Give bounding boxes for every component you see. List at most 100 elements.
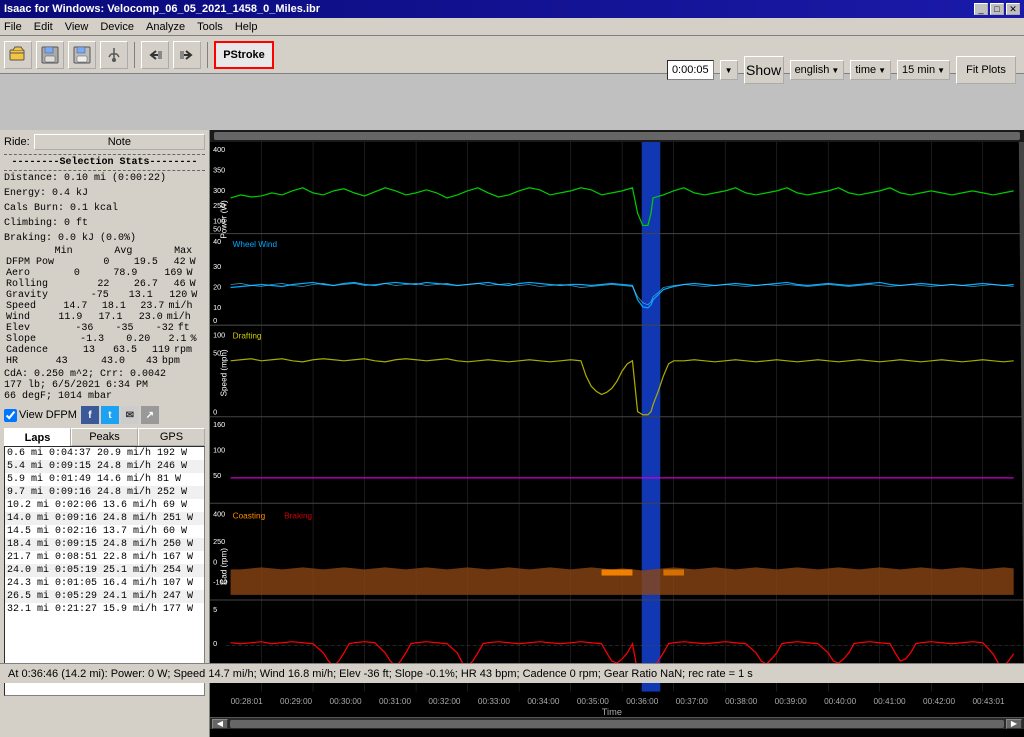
fit-plots-btn[interactable]: Fit Plots [956,56,1016,84]
stats-table: Min Avg Max [4,246,205,257]
svg-text:00:32:00: 00:32:00 [428,697,461,706]
svg-text:0: 0 [213,640,217,648]
stats-rows: DFPM Pow019.542WAero078.9169WRolling2226… [4,257,205,367]
svg-text:Drafting: Drafting [233,331,262,340]
svg-text:00:37:00: 00:37:00 [676,697,709,706]
menu-edit[interactable]: Edit [34,21,53,33]
fit-plots-label: Fit Plots [966,64,1006,76]
menu-help[interactable]: Help [235,21,258,33]
time-controls: 0:00:05 Show english time 15 min Fit Plo… [667,56,1016,84]
svg-text:Braking: Braking [284,512,312,521]
twitter-icon[interactable]: t [101,406,119,424]
svg-text:160: 160 [213,421,225,429]
svg-text:Time: Time [602,707,622,717]
time-mode-dropdown[interactable]: time [850,60,891,80]
view-dfpm-row: View DFPM f t ✉ ↗ [4,406,205,424]
svg-text:50: 50 [213,472,221,480]
view-dfpm-checkbox[interactable]: View DFPM [4,409,77,422]
table-row: Elev-36-35-32ft [4,323,205,334]
toolbar-sep-1 [134,42,135,68]
stats-section: --------Selection Stats-------- Distance… [4,154,205,246]
list-item[interactable]: 24.3 mi 0:01:05 16.4 mi/h 107 W [5,577,204,590]
save-btn[interactable] [36,41,64,69]
svg-text:Wheel Wind: Wheel Wind [233,240,278,249]
svg-text:00:42:00: 00:42:00 [923,697,956,706]
tabs-row: Laps Peaks GPS [4,428,205,446]
svg-text:40: 40 [213,238,221,246]
list-item[interactable]: 0.6 mi 0:04:37 20.9 mi/h 192 W [5,447,204,460]
chart-scrollbar[interactable] [214,132,1020,140]
list-item[interactable]: 5.4 mi 0:09:15 24.8 mi/h 246 W [5,460,204,473]
svg-text:100: 100 [213,331,225,339]
main-layout: Ride: Note --------Selection Stats------… [0,130,1024,737]
svg-text:Coasting: Coasting [233,512,266,521]
svg-text:250: 250 [213,538,225,546]
svg-text:5: 5 [213,606,217,614]
scroll-left-btn[interactable]: ◀ [212,719,228,729]
list-item[interactable]: 9.7 mi 0:09:16 24.8 mi/h 252 W [5,486,204,499]
list-item[interactable]: 5.9 mi 0:01:49 14.6 mi/h 81 W [5,473,204,486]
open-btn[interactable] [4,41,32,69]
fwd-btn[interactable] [173,41,201,69]
stat-distance: Distance: 0.10 mi (0:00:22) [4,171,205,186]
menu-file[interactable]: File [4,21,22,33]
table-row: Wind11.917.123.0mi/h [4,312,205,323]
tab-gps[interactable]: GPS [138,428,205,446]
menu-tools[interactable]: Tools [197,21,223,33]
english-dropdown[interactable]: english [790,60,845,80]
list-item[interactable]: 24.0 mi 0:05:19 25.1 mi/h 254 W [5,564,204,577]
svg-text:10: 10 [213,304,221,312]
time-dropdown[interactable] [720,60,738,80]
left-panel: Ride: Note --------Selection Stats------… [0,130,210,737]
window-controls[interactable]: _ □ ✕ [974,3,1020,15]
tab-laps[interactable]: Laps [4,428,71,446]
conditions-line: 66 degF; 1014 mbar [4,391,205,402]
note-btn[interactable]: Note [34,134,205,150]
bottom-scrollbar[interactable]: ◀ ▶ [210,717,1024,729]
svg-text:00:31:00: 00:31:00 [379,697,412,706]
pstroke-btn[interactable]: PStroke [214,41,274,69]
back-btn[interactable] [141,41,169,69]
menu-view[interactable]: View [65,21,89,33]
tab-peaks[interactable]: Peaks [71,428,138,446]
svg-text:350: 350 [213,167,225,175]
svg-text:400: 400 [213,146,225,154]
show-label: Show [746,62,781,78]
social-icons: f t ✉ ↗ [81,406,159,424]
dfpm-checkbox-input[interactable] [4,409,17,422]
list-item[interactable]: 21.7 mi 0:08:51 22.8 mi/h 167 W [5,551,204,564]
scroll-right-btn[interactable]: ▶ [1006,719,1022,729]
cda-info: CdA: 0.250 m^2; Crr: 0.0042 177 lb; 6/5/… [4,369,205,402]
svg-text:0: 0 [213,558,217,566]
table-row: Speed14.718.123.7mi/h [4,301,205,312]
minimize-btn[interactable]: _ [974,3,988,15]
email-icon[interactable]: ✉ [121,406,139,424]
svg-text:00:35:00: 00:35:00 [577,697,610,706]
svg-text:00:30:00: 00:30:00 [330,697,363,706]
menu-analyze[interactable]: Analyze [146,21,185,33]
share-icon[interactable]: ↗ [141,406,159,424]
menu-device[interactable]: Device [100,21,134,33]
ride-label: Ride: [4,134,30,150]
facebook-icon[interactable]: f [81,406,99,424]
save2-btn[interactable] [68,41,96,69]
list-item[interactable]: 18.4 mi 0:09:15 24.8 mi/h 250 W [5,538,204,551]
scroll-track[interactable] [230,720,1004,728]
list-item[interactable]: 14.5 mi 0:02:16 13.7 mi/h 60 W [5,525,204,538]
stat-energy: Energy: 0.4 kJ [4,186,205,201]
list-item[interactable]: 32.1 mi 0:21:27 15.9 mi/h 177 W [5,603,204,616]
laps-list[interactable]: 0.6 mi 0:04:37 20.9 mi/h 192 W5.4 mi 0:0… [4,446,205,696]
interval-dropdown[interactable]: 15 min [897,60,950,80]
maximize-btn[interactable]: □ [990,3,1004,15]
table-row: Rolling2226.746W [4,279,205,290]
table-row: Cadence1363.5119rpm [4,345,205,356]
list-item[interactable]: 10.2 mi 0:02:06 13.6 mi/h 69 W [5,499,204,512]
chart-area: 400 350 300 250 100 50 Power (W) 40 30 2… [210,130,1024,737]
time-value: 0:00:05 [672,64,709,76]
title-bar: Isaac for Windows: Velocomp_06_05_2021_1… [0,0,1024,18]
close-btn[interactable]: ✕ [1006,3,1020,15]
list-item[interactable]: 26.5 mi 0:05:29 24.1 mi/h 247 W [5,590,204,603]
usb-btn[interactable] [100,41,128,69]
list-item[interactable]: 14.0 mi 0:09:16 24.8 mi/h 251 W [5,512,204,525]
show-btn[interactable]: Show [744,56,784,84]
